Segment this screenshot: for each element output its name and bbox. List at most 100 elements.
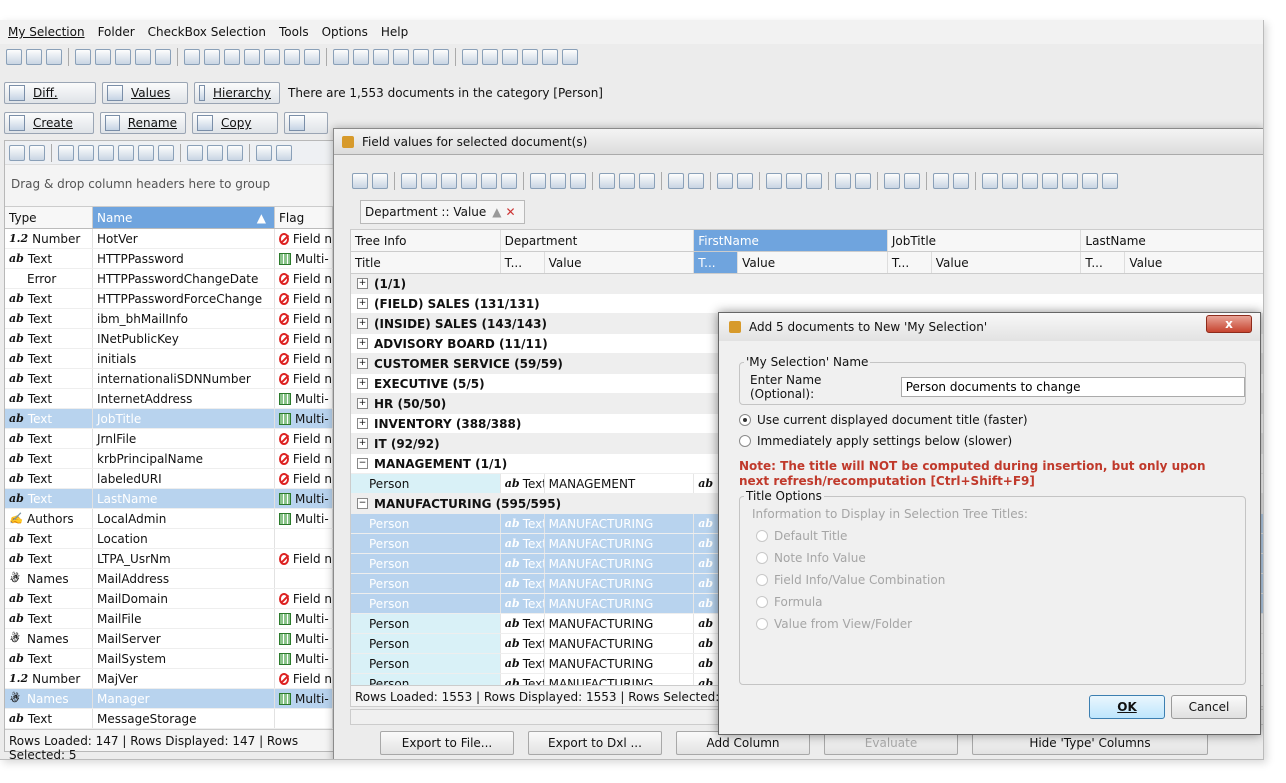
grid-icon[interactable]	[352, 173, 368, 189]
filter-icon[interactable]	[304, 49, 320, 65]
col-center-icon[interactable]	[550, 173, 566, 189]
delete-doc-icon[interactable]	[155, 49, 171, 65]
field-row[interactable]: ab Text LastName Multi-	[5, 489, 333, 509]
menu-checkbox-selection[interactable]: CheckBox Selection	[148, 25, 266, 39]
field-row[interactable]: ab Text internationaliSDNNumber Field n	[5, 369, 333, 389]
field-row[interactable]: ab Text Location	[5, 529, 333, 549]
tree-icon[interactable]	[481, 173, 497, 189]
field-row[interactable]: ab Text HTTPPassword Multi-	[5, 249, 333, 269]
field-row[interactable]: ab Text HTTPPasswordForceChange Field n	[5, 289, 333, 309]
col-right-icon[interactable]	[227, 144, 243, 161]
copy-rows-icon[interactable]	[619, 173, 635, 189]
selection-options-icon[interactable]	[542, 49, 558, 65]
dxl-icon[interactable]	[95, 49, 111, 65]
selection-folder-icon[interactable]	[562, 49, 578, 65]
download-icon[interactable]	[393, 49, 409, 65]
col-right-icon[interactable]	[570, 173, 586, 189]
menu-folder[interactable]: Folder	[98, 25, 135, 39]
group-icon[interactable]	[1042, 173, 1058, 189]
menu-help[interactable]: Help	[381, 25, 408, 39]
view-icon[interactable]	[717, 173, 733, 189]
remove-icon[interactable]	[78, 144, 94, 161]
export-icon[interactable]	[668, 173, 684, 189]
cancel-button[interactable]: Cancel	[1171, 695, 1247, 719]
diff-button[interactable]: Diff.	[4, 82, 96, 104]
grid-icon[interactable]	[9, 144, 25, 161]
expand-icon[interactable]: +	[357, 358, 368, 369]
at-icon[interactable]	[6, 49, 22, 65]
radio-apply-settings[interactable]: Immediately apply settings below (slower…	[739, 434, 1012, 448]
remove-icon[interactable]	[421, 173, 437, 189]
view-icon[interactable]	[46, 49, 62, 65]
filter-icon[interactable]: ✕	[506, 205, 516, 219]
option-default-title[interactable]: Default Title	[756, 529, 1245, 543]
radio-use-current-title[interactable]: Use current displayed document title (fa…	[739, 413, 1028, 427]
table-icon[interactable]	[333, 49, 349, 65]
expand-icon[interactable]: +	[357, 378, 368, 389]
field-row[interactable]: ☃ Names MailServer Multi-	[5, 629, 333, 649]
subcol-type[interactable]: T...	[1081, 252, 1126, 273]
columns-icon[interactable]	[372, 173, 388, 189]
new-doc-icon[interactable]	[115, 49, 131, 65]
print-icon[interactable]	[599, 173, 615, 189]
field-row[interactable]: ab Text initials Field n	[5, 349, 333, 369]
add-icon[interactable]	[58, 144, 74, 161]
column-flag[interactable]: Flag	[275, 207, 333, 228]
field-row[interactable]: ab Text JobTitle Multi-	[5, 409, 333, 429]
col-center-icon[interactable]	[207, 144, 223, 161]
edit-doc-icon[interactable]	[135, 49, 151, 65]
tree-view-icon[interactable]	[1062, 173, 1078, 189]
refresh-icon[interactable]	[224, 49, 240, 65]
table-icon[interactable]	[1002, 173, 1018, 189]
view-dropdown-icon[interactable]	[737, 173, 753, 189]
add-icon[interactable]	[401, 173, 417, 189]
back-icon[interactable]	[933, 173, 949, 189]
menu-options[interactable]: Options	[322, 25, 368, 39]
properties-icon[interactable]	[373, 49, 389, 65]
rename-button[interactable]: Rename	[100, 112, 186, 134]
expand-icon[interactable]	[158, 144, 174, 161]
column-firstname[interactable]: FirstName	[694, 230, 888, 251]
expand-icon[interactable]: +	[357, 338, 368, 349]
export-file-button[interactable]: Export to File...	[380, 731, 514, 755]
field-row[interactable]: ab Text MailFile Multi-	[5, 609, 333, 629]
copy-field-icon[interactable]	[244, 49, 260, 65]
zoom-in-icon[interactable]	[766, 173, 782, 189]
unid-icon[interactable]	[26, 49, 42, 65]
export-icon[interactable]	[75, 49, 91, 65]
forward-icon[interactable]	[953, 173, 969, 189]
field-row[interactable]: ab Text MailDomain Field n	[5, 589, 333, 609]
subcol-title[interactable]: Title	[351, 252, 501, 273]
field-row[interactable]: ab Text JrnlFile Field n	[5, 429, 333, 449]
field-row[interactable]: ✍ Authors LocalAdmin Multi-	[5, 509, 333, 529]
option-note-info-value[interactable]: Note Info Value	[756, 551, 1245, 565]
outdent-icon[interactable]	[461, 173, 477, 189]
field-row[interactable]: 1.2 Number HotVer Field n	[5, 229, 333, 249]
group-row[interactable]: + (FIELD) SALES (131/131)	[351, 294, 1263, 314]
menu-tools[interactable]: Tools	[279, 25, 309, 39]
field-row[interactable]: ab Text LTPA_UsrNm Field n	[5, 549, 333, 569]
subcol-value[interactable]: Value	[1125, 252, 1263, 273]
sign-icon[interactable]	[413, 49, 429, 65]
columns-icon[interactable]	[29, 144, 45, 161]
indent-icon[interactable]	[441, 173, 457, 189]
close-button[interactable]: x	[1206, 315, 1252, 333]
expand-icon[interactable]: +	[357, 298, 368, 309]
field-row[interactable]: ☃ Names Manager Multi-	[5, 689, 333, 709]
menu-my-selection[interactable]: My Selection	[8, 25, 85, 39]
subcol-value[interactable]: Value	[545, 252, 695, 273]
link-icon[interactable]	[433, 49, 449, 65]
select-all-icon[interactable]	[482, 49, 498, 65]
create-button[interactable]: Create	[4, 112, 94, 134]
name-input[interactable]	[900, 377, 1245, 397]
edit-button[interactable]	[284, 112, 328, 134]
expand-icon[interactable]: +	[357, 278, 368, 289]
column-department[interactable]: Department	[501, 230, 695, 251]
trash-icon[interactable]	[284, 49, 300, 65]
copy-rows-icon[interactable]	[276, 144, 292, 161]
export-dxl-button[interactable]: Export to Dxl ...	[528, 731, 662, 755]
option-value-from-view[interactable]: Value from View/Folder	[756, 617, 1245, 631]
check-icon[interactable]	[184, 49, 200, 65]
paste-field-icon[interactable]	[264, 49, 280, 65]
subcol-type[interactable]: T...	[694, 252, 739, 273]
